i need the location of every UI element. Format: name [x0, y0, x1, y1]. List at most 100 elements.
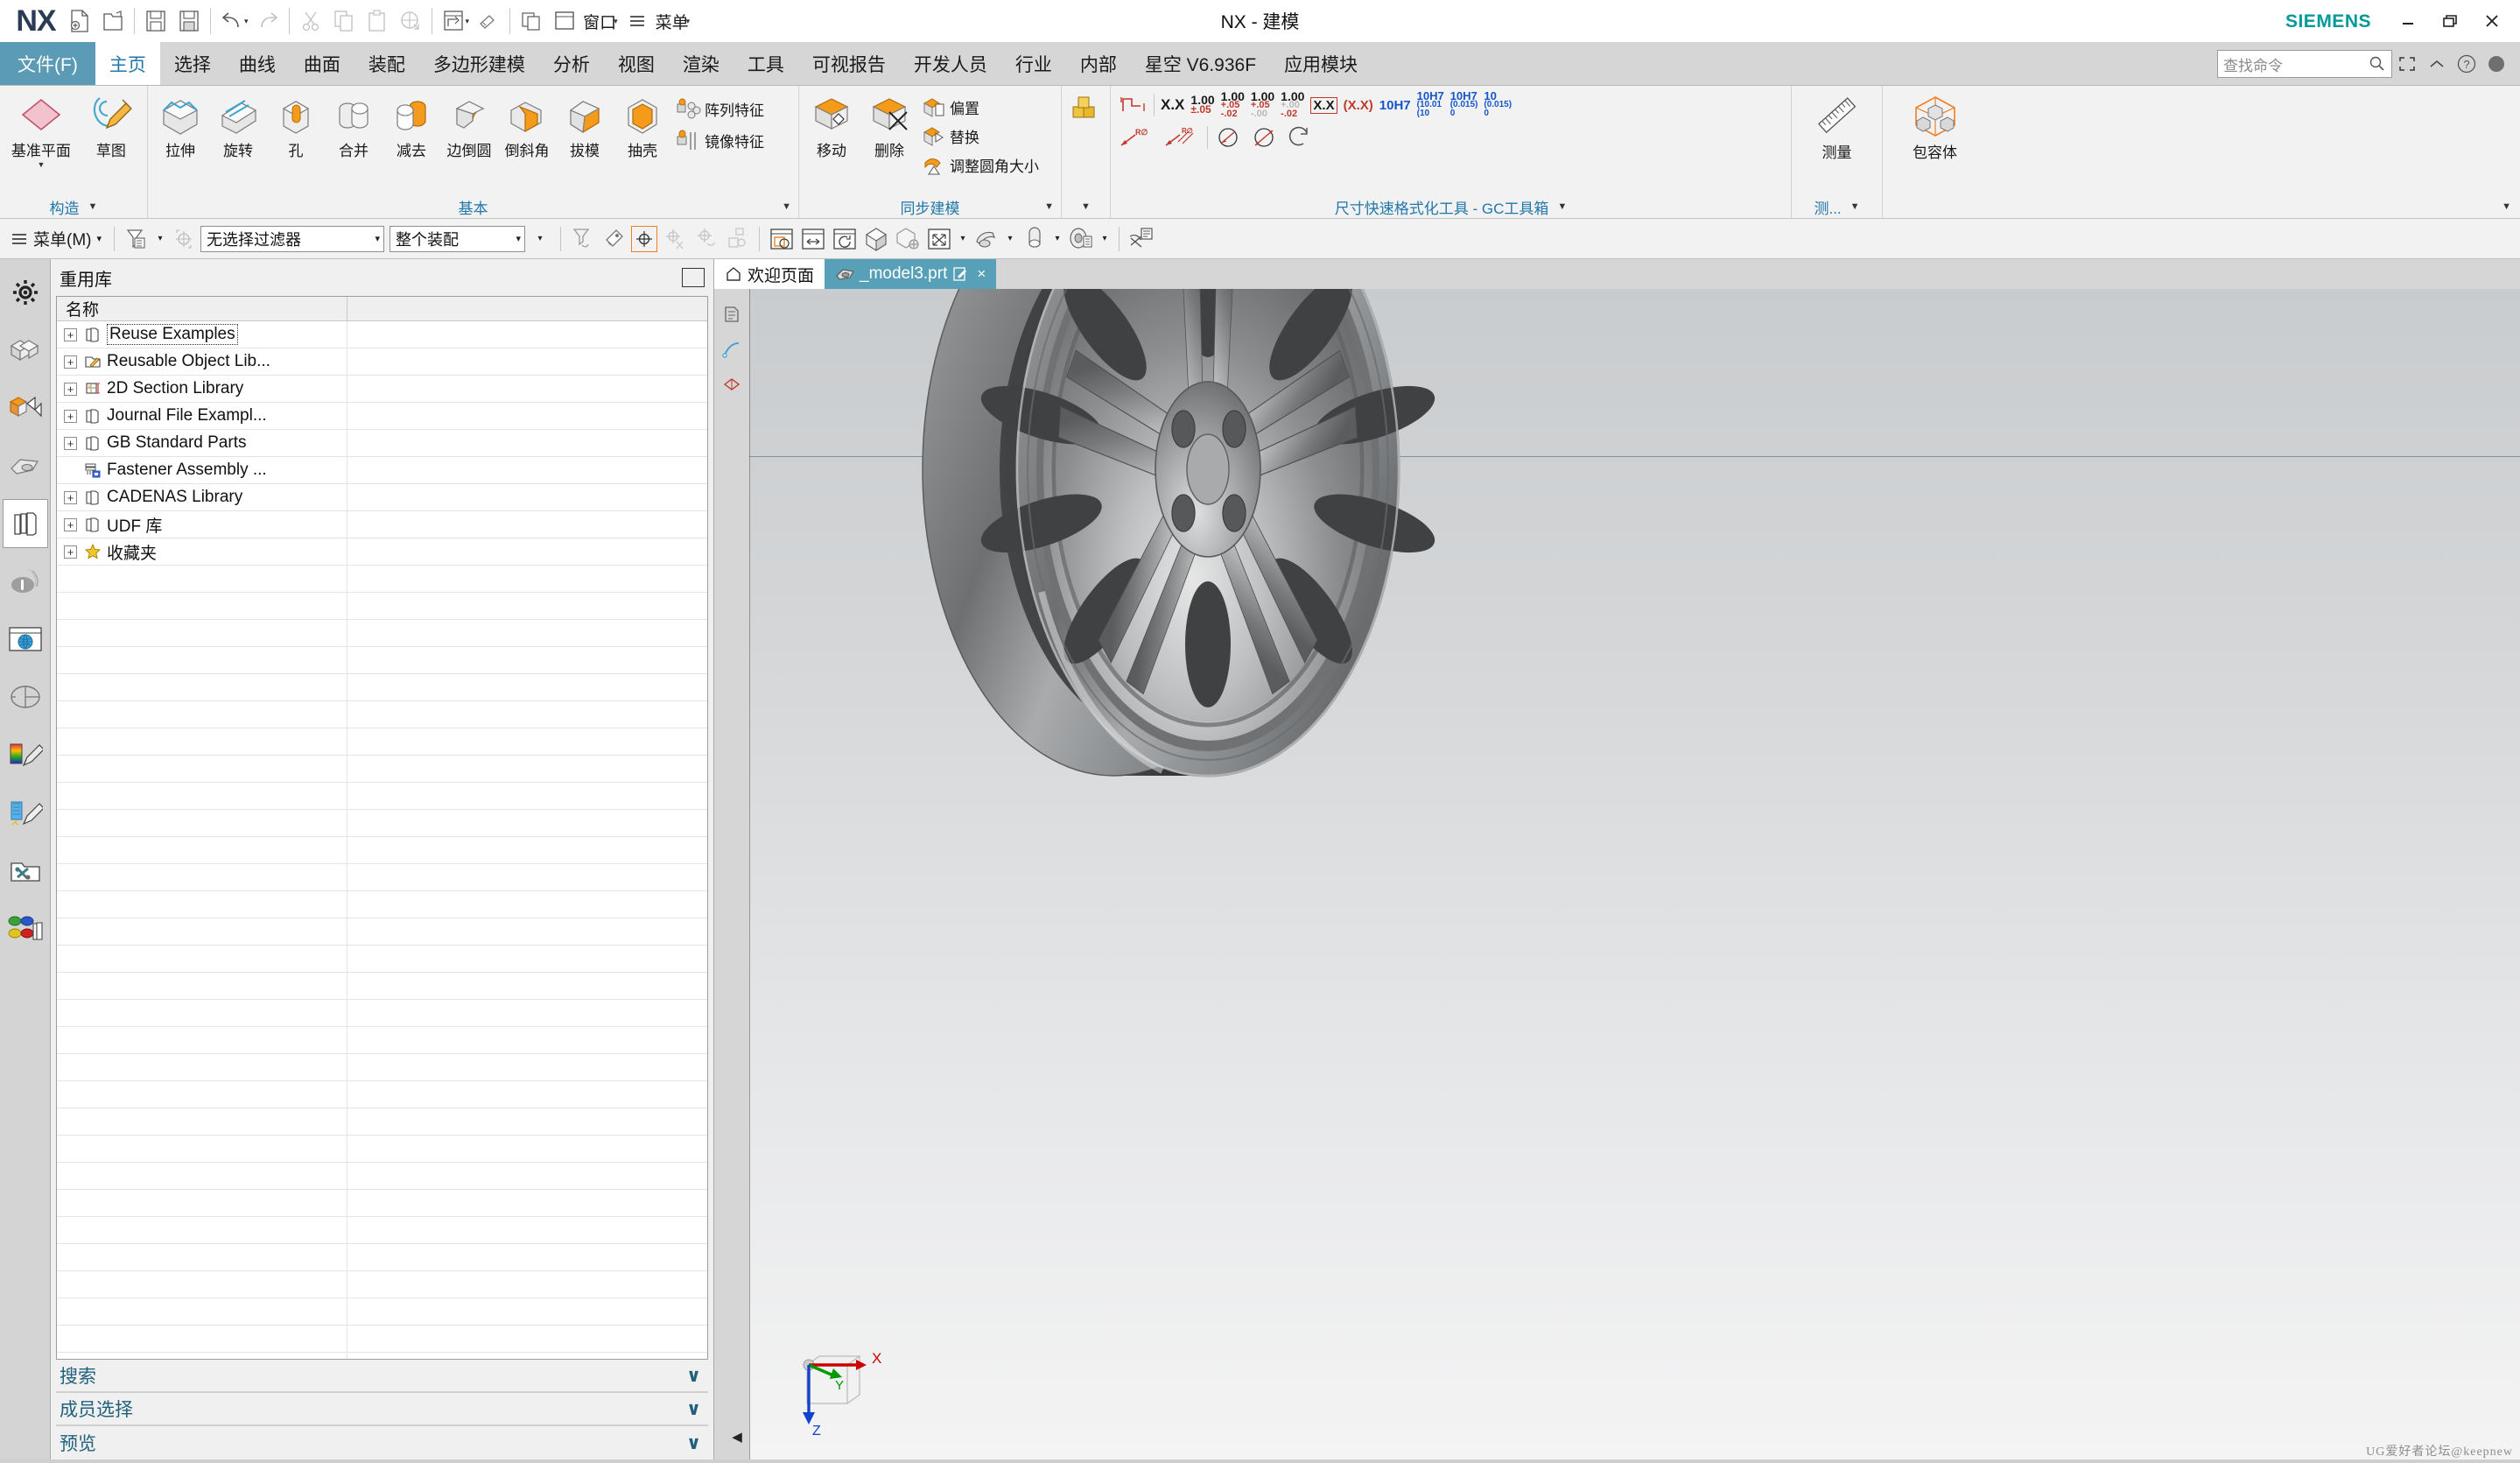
table-row[interactable]: [57, 1000, 707, 1027]
dim-lower-tol-icon[interactable]: 1.00 +.00 -.02: [1281, 90, 1304, 119]
offset-region-button[interactable]: 偏置: [918, 93, 1042, 122]
dim-boxed-icon[interactable]: X.X: [1310, 96, 1337, 114]
tree-item-cadenas-library[interactable]: + CADENAS Library: [57, 484, 707, 511]
radius-leader-icon[interactable]: R∅: [1118, 124, 1156, 151]
collapse-panel-handle[interactable]: ◀: [728, 1427, 746, 1446]
tree-item-fastener-assembly[interactable]: Fastener Assembly ...: [57, 457, 707, 484]
expander-icon[interactable]: +: [64, 545, 77, 559]
dim-fit-icon[interactable]: 10H7: [1379, 98, 1411, 113]
table-row[interactable]: [57, 783, 707, 810]
expander-icon[interactable]: +: [64, 382, 77, 396]
group-dropdown-arrow[interactable]: ▼: [1557, 201, 1567, 212]
reset-dim-icon[interactable]: [1286, 124, 1316, 151]
dim-dev-only-icon[interactable]: 10 (0.015) 0: [1484, 90, 1512, 118]
undo-dropdown-icon[interactable]: ▾: [244, 17, 249, 26]
pattern-feature-button[interactable]: 阵列特征: [671, 93, 768, 124]
selection-scope-combo[interactable]: 整个装配 ▾: [390, 225, 526, 252]
tab-starry-sky-version[interactable]: 星空 V6.936F: [1131, 42, 1270, 85]
tab-surface[interactable]: 曲面: [290, 42, 354, 85]
dim-plusminus-tol-icon[interactable]: 1.00 +.05 -.02: [1221, 90, 1245, 119]
part-navigator-icon[interactable]: [3, 326, 48, 375]
expander-icon[interactable]: +: [64, 490, 77, 504]
chevron-down-icon[interactable]: ▾: [375, 233, 380, 244]
tab-application-modules[interactable]: 应用模块: [1270, 42, 1372, 85]
table-row[interactable]: [57, 837, 707, 864]
hole-button[interactable]: 孔: [267, 91, 325, 160]
chevron-down-icon[interactable]: ∨: [686, 1365, 701, 1387]
tile-windows-icon[interactable]: [515, 4, 548, 39]
tab-visual-report[interactable]: 可视报告: [798, 42, 900, 85]
snapshot-dropdown-icon[interactable]: ▾: [466, 17, 470, 26]
dim-fit-dev-icon[interactable]: 10H7 (0.015) 0: [1450, 90, 1478, 118]
group-dropdown-arrow[interactable]: ▼: [1044, 201, 1054, 212]
datum-plane-more-arrow[interactable]: ▼: [37, 161, 45, 169]
search-input[interactable]: 查找命令: [2223, 53, 2369, 75]
table-row[interactable]: [57, 1081, 707, 1108]
dim-xx-icon[interactable]: X.X: [1161, 96, 1184, 114]
redo-icon[interactable]: [251, 4, 284, 39]
dim-fit-limits-icon[interactable]: 10H7 (10.01 (10: [1417, 90, 1444, 118]
paste-special-icon[interactable]: [394, 4, 427, 39]
unite-button[interactable]: 合并: [325, 91, 383, 160]
hide-show-icon[interactable]: [1127, 224, 1156, 254]
selection-menu-arrow[interactable]: ▾: [96, 233, 102, 244]
select-face-funnel-icon[interactable]: [568, 224, 598, 254]
search-command-box[interactable]: 查找命令: [2217, 50, 2392, 78]
mirror-feature-button[interactable]: 镜像特征: [671, 124, 768, 156]
revolve-button[interactable]: 旋转: [209, 91, 267, 160]
alloy-wheel-rim-3d-model[interactable]: [749, 289, 2520, 1463]
diameter-arrow-in-icon[interactable]: [1214, 124, 1244, 151]
window-menu-label[interactable]: 窗口: [581, 10, 618, 33]
main-menu-arrow[interactable]: ▾: [686, 17, 691, 26]
measure-button[interactable]: 测量: [1798, 91, 1877, 162]
window-menu-arrow[interactable]: ▾: [614, 17, 618, 26]
fit-width-icon[interactable]: [798, 224, 828, 254]
replace-face-button[interactable]: 替换: [918, 122, 1042, 151]
table-row[interactable]: [57, 1271, 707, 1298]
snap-arc-center-icon[interactable]: [691, 224, 720, 254]
section-member-select[interactable]: 成员选择 ∨: [56, 1393, 708, 1426]
tab-assembly[interactable]: 装配: [354, 42, 419, 85]
chevron-down-icon[interactable]: ∨: [686, 1398, 701, 1420]
roles-icon[interactable]: [3, 904, 48, 953]
tab-home[interactable]: 主页: [95, 42, 160, 85]
view-curve-icon[interactable]: [718, 336, 746, 362]
expander-icon[interactable]: +: [64, 327, 77, 341]
snap-intersection-icon[interactable]: [659, 224, 689, 254]
table-row[interactable]: [57, 946, 707, 973]
tab-curve[interactable]: 曲线: [225, 42, 290, 85]
selection-menu-button[interactable]: 菜单(M) ▾: [5, 227, 107, 250]
datum-plane-button[interactable]: 基准平面 ▼: [4, 91, 79, 169]
copy-icon[interactable]: [327, 4, 361, 39]
resize-blend-button[interactable]: 调整圆角大小: [918, 151, 1042, 179]
table-row[interactable]: [57, 1217, 707, 1244]
document-tab-model3[interactable]: _model3.prt ×: [825, 259, 997, 289]
table-row[interactable]: [57, 756, 707, 783]
collapse-ribbon-icon[interactable]: [2422, 49, 2452, 79]
new-file-icon[interactable]: [63, 4, 96, 39]
expander-icon[interactable]: +: [64, 517, 77, 531]
table-row[interactable]: [57, 864, 707, 891]
orient-view-arrow[interactable]: ▾: [1003, 234, 1017, 243]
chamfer-button[interactable]: 倒斜角: [498, 91, 556, 160]
history-clock-icon[interactable]: [3, 672, 48, 721]
chevron-down-icon[interactable]: ∨: [686, 1432, 701, 1454]
table-row[interactable]: [57, 891, 707, 918]
dim-frame-icon[interactable]: [1118, 92, 1148, 118]
selection-filter-combo[interactable]: 无选择过滤器 ▾: [200, 225, 385, 252]
section-preview[interactable]: 预览 ∨: [56, 1426, 708, 1459]
table-row[interactable]: [57, 1108, 707, 1136]
expander-icon[interactable]: +: [64, 436, 77, 450]
selection-filter-icon[interactable]: [122, 224, 151, 254]
selection-more-arrow[interactable]: ▾: [527, 234, 553, 243]
table-row[interactable]: [57, 647, 707, 674]
restore-button[interactable]: [2429, 2, 2471, 40]
edge-blend-button[interactable]: 边倒圆: [440, 91, 498, 160]
table-row[interactable]: [57, 566, 707, 593]
tab-industry[interactable]: 行业: [1001, 42, 1066, 85]
tree-item-journal-file-examples[interactable]: + Journal File Exampl...: [57, 403, 707, 430]
close-tab-icon[interactable]: ×: [977, 265, 986, 283]
delete-face-button[interactable]: 删除: [860, 91, 918, 160]
radius-leader-slash-icon[interactable]: R∅: [1162, 124, 1201, 151]
render-style-icon[interactable]: [893, 224, 923, 254]
